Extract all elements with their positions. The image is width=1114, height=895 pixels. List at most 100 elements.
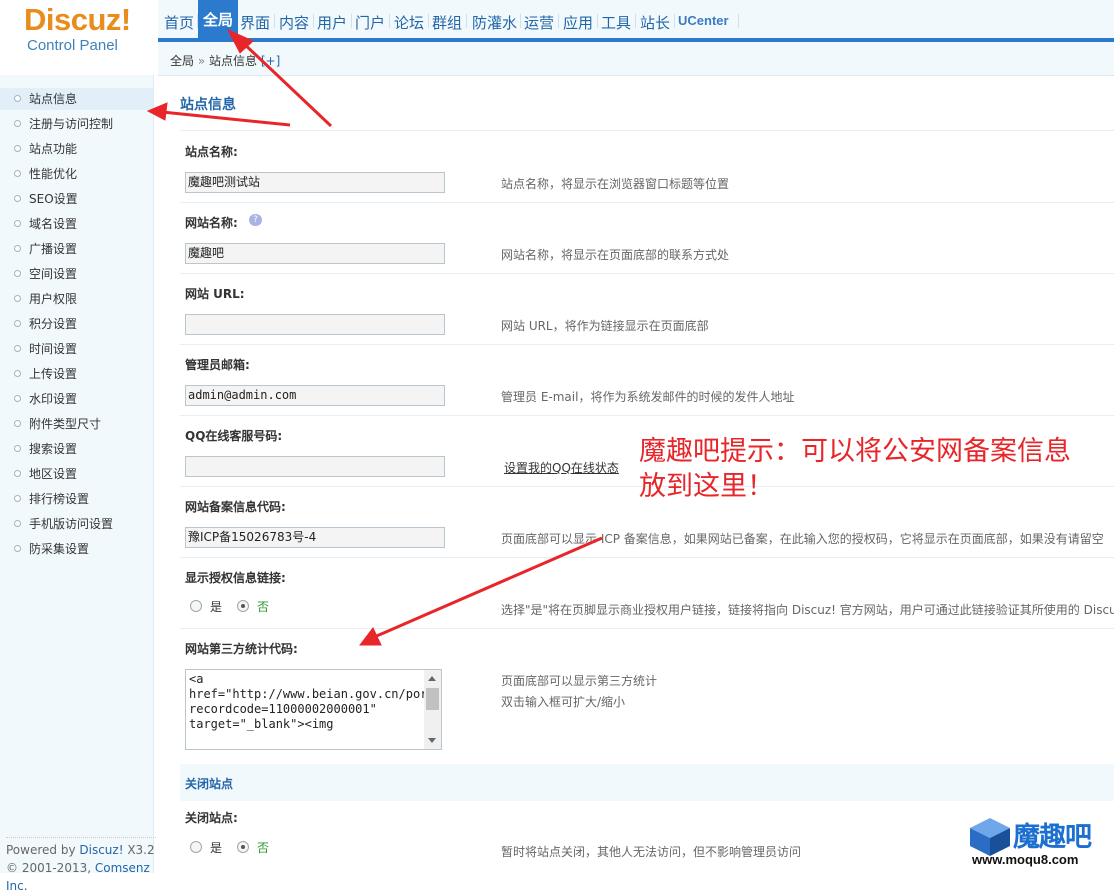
admin-email-label: 管理员邮箱:	[185, 358, 250, 372]
sidebar-item-space[interactable]: 空间设置	[0, 263, 153, 285]
close-site-section-header: 关闭站点	[180, 764, 1114, 801]
divider	[180, 344, 1114, 345]
nav-portal[interactable]: 门户	[355, 12, 385, 33]
nav-home[interactable]: 首页	[164, 12, 194, 33]
sidebar-item-attachment-types[interactable]: 附件类型尺寸	[0, 413, 153, 435]
sidebar-item-site-info[interactable]: 站点信息	[0, 88, 153, 110]
nav-groups[interactable]: 群组	[432, 12, 462, 33]
add-to-favorites-button[interactable]: [+]	[261, 54, 280, 68]
divider	[180, 557, 1114, 558]
divider	[180, 273, 1114, 274]
bullet-icon	[14, 145, 21, 152]
logo-subtitle: Control Panel	[27, 37, 118, 54]
help-icon[interactable]: ?	[249, 214, 262, 226]
breadcrumb-current: 站点信息	[209, 54, 258, 68]
nav-divider	[313, 14, 314, 28]
bullet-icon	[14, 320, 21, 327]
watermark-url: www.moqu8.com	[972, 852, 1079, 867]
sidebar: 站点信息 注册与访问控制 站点功能 性能优化 SEO设置 域名设置 广播设置 空…	[0, 75, 154, 873]
admin-email-tip: 管理员 E-mail，将作为系统发邮件的时候的发件人地址	[501, 390, 795, 404]
sidebar-item-registration[interactable]: 注册与访问控制	[0, 113, 153, 135]
sidebar-item-region[interactable]: 地区设置	[0, 463, 153, 485]
bullet-icon	[14, 520, 21, 527]
bullet-icon	[14, 445, 21, 452]
nav-operations[interactable]: 运营	[524, 12, 554, 33]
breadcrumb-bar: 全局 » 站点信息 [+]	[158, 42, 1114, 76]
bullet-icon	[14, 395, 21, 402]
sidebar-item-anti-scraping[interactable]: 防采集设置	[0, 538, 153, 560]
nav-forum[interactable]: 论坛	[394, 12, 424, 33]
admin-email-input[interactable]: admin@admin.com	[185, 385, 445, 406]
sidebar-item-broadcast[interactable]: 广播设置	[0, 238, 153, 260]
nav-users[interactable]: 用户	[317, 12, 347, 33]
sidebar-item-search[interactable]: 搜索设置	[0, 438, 153, 460]
nav-apps[interactable]: 应用	[563, 12, 593, 33]
bullet-icon	[14, 270, 21, 277]
powered-by: Powered by Discuz! X3.2	[6, 843, 155, 857]
nav-divider	[674, 14, 675, 28]
sidebar-item-ranking[interactable]: 排行榜设置	[0, 488, 153, 510]
bullet-icon	[14, 370, 21, 377]
site-name-input[interactable]: 魔趣吧测试站	[185, 172, 445, 193]
sidebar-item-credits[interactable]: 积分设置	[0, 313, 153, 335]
sidebar-item-site-features[interactable]: 站点功能	[0, 138, 153, 160]
scroll-down-arrow-icon[interactable]	[428, 738, 436, 743]
scrollbar[interactable]	[424, 670, 441, 749]
license-yes-radio[interactable]	[190, 600, 202, 612]
watermark: 魔趣吧 www.moqu8.com	[966, 812, 1114, 873]
close-site-no-label: 否	[257, 841, 270, 855]
nav-webmaster[interactable]: 站长	[640, 12, 670, 33]
nav-interface[interactable]: 界面	[240, 12, 270, 33]
icp-input[interactable]: 豫ICP备15026783号-4	[185, 527, 445, 548]
sidebar-item-user-permissions[interactable]: 用户权限	[0, 288, 153, 310]
web-name-label: 网站名称:	[185, 216, 238, 230]
web-url-input[interactable]	[185, 314, 445, 335]
qq-status-link[interactable]: 设置我的QQ在线状态	[504, 459, 619, 476]
breadcrumb-root[interactable]: 全局	[170, 54, 194, 68]
close-site-tip: 暂时将站点关闭，其他人无法访问，但不影响管理员访问	[501, 845, 802, 859]
close-site-label: 关闭站点:	[185, 811, 238, 825]
nav-divider	[597, 14, 598, 28]
bullet-icon	[14, 195, 21, 202]
sidebar-item-domain[interactable]: 域名设置	[0, 213, 153, 235]
nav-tools[interactable]: 工具	[601, 12, 631, 33]
divider	[180, 415, 1114, 416]
close-site-yes-label: 是	[210, 841, 223, 855]
sidebar-footer: Powered by Discuz! X3.2 © 2001-2013, Com…	[6, 837, 156, 895]
close-site-yes-radio[interactable]	[190, 841, 202, 853]
license-yes-label: 是	[210, 600, 223, 614]
bullet-icon	[14, 495, 21, 502]
logo[interactable]: Discuz! Control Panel	[0, 0, 158, 75]
sidebar-item-mobile[interactable]: 手机版访问设置	[0, 513, 153, 535]
bullet-icon	[14, 470, 21, 477]
nav-content[interactable]: 内容	[279, 12, 309, 33]
bullet-icon	[14, 295, 21, 302]
stats-code-textarea[interactable]: <a href="http://www.beian.gov.cn/portal/…	[185, 669, 442, 750]
nav-divider	[738, 14, 739, 28]
sidebar-item-time[interactable]: 时间设置	[0, 338, 153, 360]
nav-divider	[351, 14, 352, 28]
qq-service-input[interactable]	[185, 456, 445, 477]
nav-divider	[274, 14, 275, 28]
close-site-no-radio[interactable]	[237, 841, 249, 853]
nav-divider	[520, 14, 521, 28]
license-no-radio[interactable]	[237, 600, 249, 612]
web-name-input[interactable]: 魔趣吧	[185, 243, 445, 264]
sidebar-item-upload[interactable]: 上传设置	[0, 363, 153, 385]
license-link-tip: 选择"是"将在页脚显示商业授权用户链接，链接将指向 Discuz! 官方网站，用…	[501, 603, 1114, 617]
scroll-up-arrow-icon[interactable]	[428, 676, 436, 681]
bullet-icon	[14, 420, 21, 427]
nav-anti-spam[interactable]: 防灌水	[472, 12, 517, 33]
stats-code-value: <a href="http://www.beian.gov.cn/portal/…	[189, 672, 441, 731]
sidebar-item-performance[interactable]: 性能优化	[0, 163, 153, 185]
nav-ucenter[interactable]: UCenter	[678, 13, 729, 28]
site-name-label: 站点名称:	[185, 145, 238, 159]
scroll-thumb[interactable]	[426, 688, 439, 710]
bullet-icon	[14, 545, 21, 552]
web-name-tip: 网站名称，将显示在页面底部的联系方式处	[501, 248, 730, 262]
nav-divider	[466, 14, 467, 28]
sidebar-item-seo[interactable]: SEO设置	[0, 188, 153, 210]
nav-global[interactable]: 全局	[198, 0, 239, 38]
sidebar-item-watermark[interactable]: 水印设置	[0, 388, 153, 410]
discuz-link[interactable]: Discuz!	[79, 843, 123, 857]
